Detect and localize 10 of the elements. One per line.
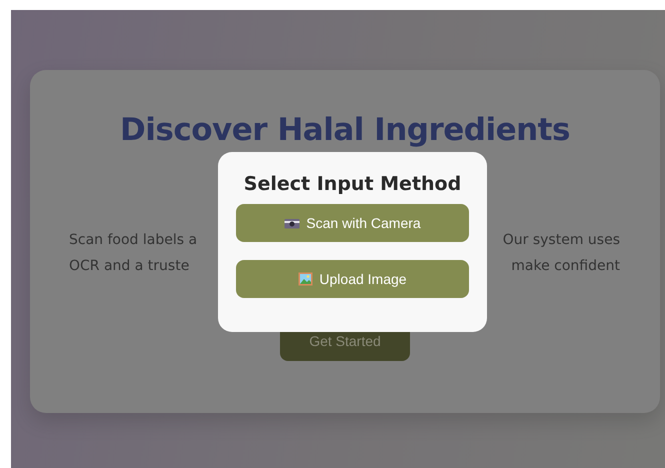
description-text: make confident [511, 257, 620, 276]
description-text: Scan food labels a [69, 231, 198, 250]
camera-icon [284, 217, 300, 229]
upload-image-button[interactable]: Upload Image [236, 260, 469, 298]
scan-camera-button[interactable]: Scan with Camera [236, 204, 469, 242]
picture-icon [298, 272, 314, 286]
hero-title: Discover Halal Ingredients [120, 112, 570, 148]
dialog-title: Select Input Method [244, 173, 462, 195]
description-text: Our system uses [502, 231, 620, 250]
description-text: OCR and a truste [69, 257, 190, 276]
